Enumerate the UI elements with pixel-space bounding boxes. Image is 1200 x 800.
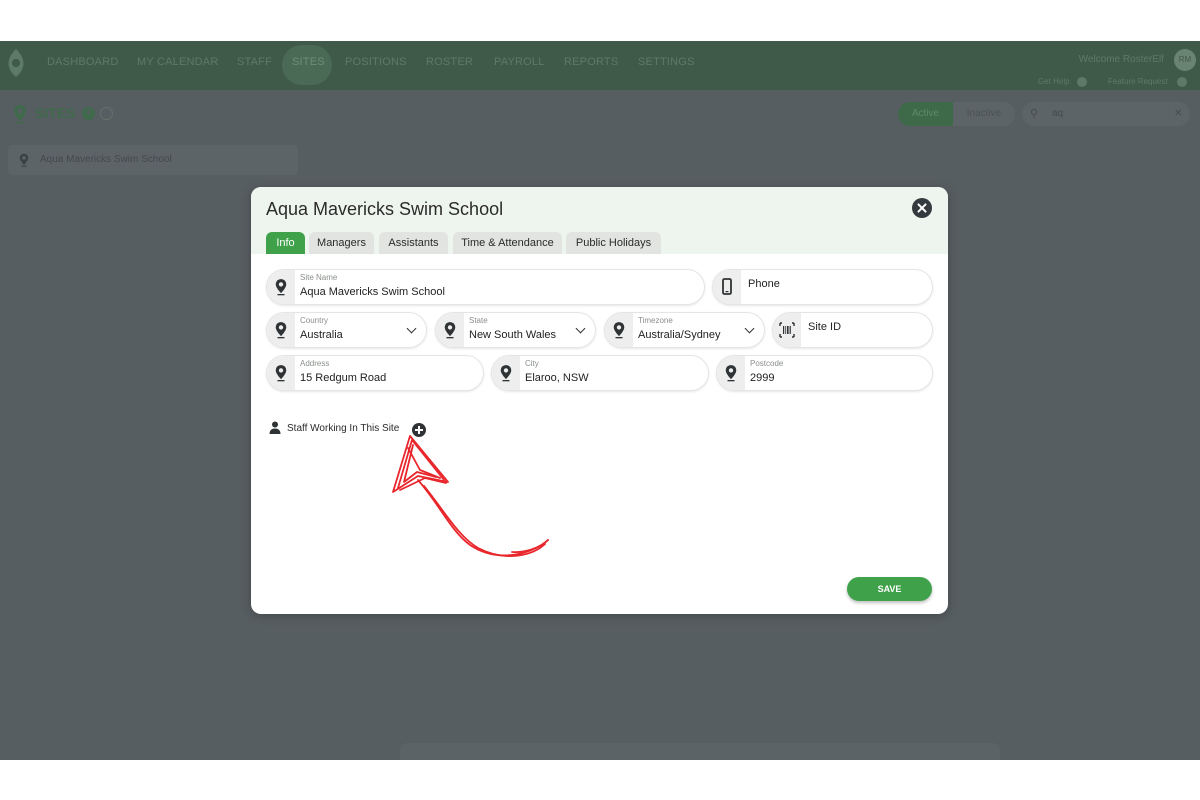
site-id-field[interactable]: Site ID — [773, 313, 932, 347]
map-pin-icon — [275, 279, 287, 296]
person-icon — [269, 421, 281, 434]
bottom-bar — [400, 743, 1000, 760]
feature-request-link[interactable]: Feature Request — [1108, 77, 1168, 86]
dialog-title: Aqua Mavericks Swim School — [266, 199, 504, 219]
nav-my-calendar[interactable]: MY CALENDAR — [137, 56, 218, 68]
help-icon[interactable] — [100, 107, 113, 120]
lightbulb-icon — [1177, 77, 1187, 87]
page-title: SITES — [35, 105, 76, 121]
tab-info[interactable]: Info — [266, 232, 305, 254]
timezone-value: Australia/Sydney — [638, 329, 721, 341]
field-icon — [267, 270, 295, 304]
nav-positions[interactable]: POSITIONS — [345, 56, 407, 68]
help-icon[interactable] — [1077, 77, 1087, 87]
site-edit-dialog: Aqua Mavericks Swim School Info Managers… — [251, 187, 948, 614]
nav-sites[interactable]: SITES — [292, 56, 325, 68]
address-field[interactable]: Address 15 Redgum Road — [267, 356, 483, 390]
avatar[interactable]: RM — [1174, 49, 1196, 71]
welcome-text: Welcome RosterElf — [1078, 54, 1164, 65]
chevron-down-icon — [406, 323, 417, 334]
phone-placeholder: Phone — [748, 278, 780, 290]
nav-staff[interactable]: STAFF — [237, 56, 272, 68]
site-list-item-label: Aqua Mavericks Swim School — [40, 154, 172, 165]
map-pin-icon — [500, 365, 512, 382]
site-name-label: Site Name — [300, 273, 338, 282]
get-help-link[interactable]: Get Help — [1038, 77, 1070, 86]
field-icon — [717, 356, 745, 390]
filter-inactive-toggle[interactable]: Inactive — [953, 102, 1015, 126]
state-value: New South Wales — [469, 329, 557, 341]
add-staff-button[interactable] — [412, 423, 426, 437]
address-label: Address — [300, 359, 330, 368]
address-value: 15 Redgum Road — [300, 372, 387, 384]
logo-icon — [8, 49, 24, 77]
field-icon — [492, 356, 520, 390]
map-pin-icon — [444, 322, 456, 339]
city-value: Elaroo, NSW — [525, 372, 589, 384]
filter-active-toggle[interactable]: Active — [898, 102, 953, 126]
clear-search-icon[interactable]: ✕ — [1174, 108, 1182, 119]
state-label: State — [469, 316, 488, 325]
field-icon — [713, 270, 741, 304]
chevron-down-icon — [744, 323, 755, 334]
save-button[interactable]: SAVE — [847, 577, 932, 601]
country-select[interactable]: Country Australia — [267, 313, 426, 347]
search-input[interactable] — [1022, 102, 1190, 126]
postcode-value: 2999 — [750, 372, 775, 384]
search-value: aq — [1052, 108, 1064, 119]
staff-section-label: Staff Working In This Site — [287, 423, 400, 434]
tab-managers[interactable]: Managers — [309, 232, 374, 254]
country-value: Australia — [300, 329, 343, 341]
phone-field[interactable]: Phone — [713, 270, 932, 304]
map-pin-icon — [613, 322, 625, 339]
site-name-field[interactable]: Site Name Aqua Mavericks Swim School — [267, 270, 704, 304]
map-pin-icon — [14, 105, 26, 124]
chevron-down-icon — [575, 323, 586, 334]
site-id-placeholder: Site ID — [808, 321, 842, 333]
map-pin-icon — [725, 365, 737, 382]
field-icon — [267, 313, 295, 347]
tab-assistants[interactable]: Assistants — [379, 232, 448, 254]
tab-public-holidays[interactable]: Public Holidays — [566, 232, 661, 254]
nav-roster[interactable]: ROSTER — [426, 56, 473, 68]
timezone-select[interactable]: Timezone Australia/Sydney — [605, 313, 764, 347]
field-icon — [267, 356, 295, 390]
state-select[interactable]: State New South Wales — [436, 313, 595, 347]
nav-payroll[interactable]: PAYROLL — [494, 56, 545, 68]
close-icon[interactable] — [912, 198, 932, 218]
postcode-label: Postcode — [750, 359, 784, 368]
top-navigation: DASHBOARD MY CALENDAR STAFF SITES POSITI… — [0, 41, 1200, 90]
city-field[interactable]: City Elaroo, NSW — [492, 356, 708, 390]
map-pin-icon — [19, 153, 29, 167]
field-icon — [773, 313, 801, 347]
field-icon — [436, 313, 464, 347]
city-label: City — [525, 359, 539, 368]
field-icon — [605, 313, 633, 347]
phone-icon — [722, 278, 732, 295]
nav-settings[interactable]: SETTINGS — [638, 56, 695, 68]
map-pin-icon — [275, 322, 287, 339]
nav-dashboard[interactable]: DASHBOARD — [47, 56, 118, 68]
search-icon: ⚲ — [1030, 108, 1039, 120]
country-label: Country — [300, 316, 329, 325]
barcode-icon — [779, 322, 795, 338]
nav-reports[interactable]: REPORTS — [564, 56, 618, 68]
map-pin-icon — [275, 365, 287, 382]
site-name-value: Aqua Mavericks Swim School — [300, 286, 445, 298]
add-site-button[interactable]: + — [82, 107, 95, 120]
timezone-label: Timezone — [638, 316, 673, 325]
tab-time-attendance[interactable]: Time & Attendance — [453, 232, 562, 254]
postcode-field[interactable]: Postcode 2999 — [717, 356, 932, 390]
